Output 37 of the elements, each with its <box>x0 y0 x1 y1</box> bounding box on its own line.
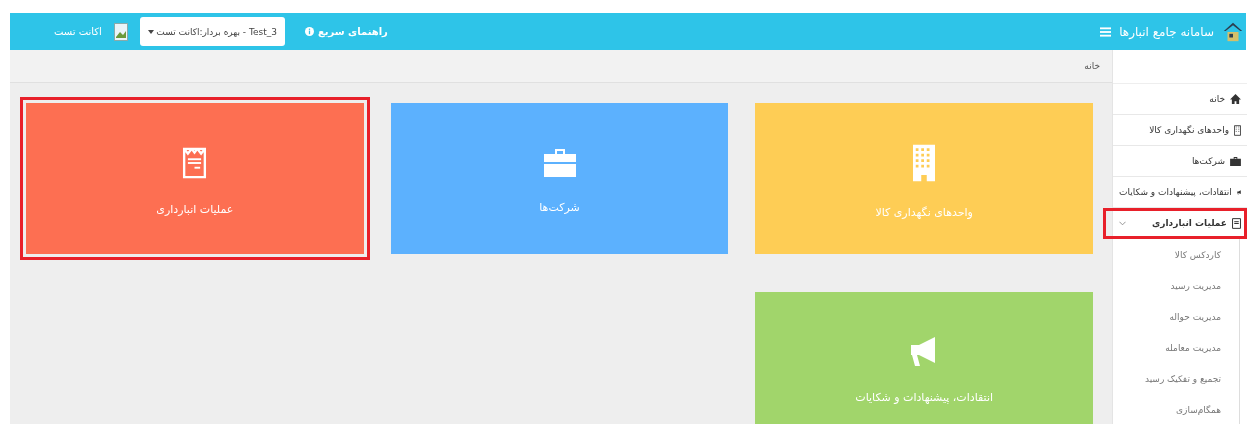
sidebar-label: انتقادات، پیشنهادات و شکایات <box>1119 187 1232 197</box>
menu-icon[interactable] <box>1100 26 1112 37</box>
submenu-item[interactable]: کاردکس کالا <box>1113 239 1239 270</box>
chevron-icon <box>1119 220 1126 226</box>
submenu-item[interactable]: مدیریت معامله <box>1113 332 1239 363</box>
tile-label: شرکت‌ها <box>539 201 580 214</box>
submenu-item[interactable]: مدیریت رسید <box>1113 270 1239 301</box>
warehouse-logo-icon <box>1222 20 1244 43</box>
sidebar-item[interactable]: انتقادات، پیشنهادات و شکایات <box>1113 177 1247 208</box>
app-title: سامانه جامع انبارها <box>1119 24 1214 39</box>
tile-label: انتقادات، پیشنهادات و شکایات <box>855 391 993 404</box>
dropdown-caret-icon <box>147 29 154 34</box>
receipt-icon <box>182 147 208 179</box>
home-icon <box>1230 94 1241 104</box>
sidebar-label: شرکت‌ها <box>1191 156 1225 166</box>
building-icon <box>913 144 936 182</box>
sidebar-item[interactable]: واحدهای نگهداری کالا <box>1113 115 1247 146</box>
tile-label: عملیات انبارداری <box>156 203 234 216</box>
info-icon <box>304 27 314 36</box>
sidebar-item[interactable]: شرکت‌ها <box>1113 146 1247 177</box>
breadcrumb-link[interactable]: خانه <box>1084 61 1100 71</box>
submenu-item[interactable]: همگام‌سازی <box>1113 394 1239 424</box>
building-icon <box>1234 124 1241 136</box>
receipt-icon <box>1232 217 1241 229</box>
briefcase-icon <box>1230 156 1241 166</box>
submenu-item[interactable]: مدیریت حواله <box>1113 301 1239 332</box>
sidebar-label: واحدهای نگهداری کالا <box>1149 125 1229 135</box>
tile-label: واحدهای نگهداری کالا <box>875 206 973 219</box>
briefcase-icon <box>543 149 576 177</box>
account-select[interactable]: Test_3 - بهره بردار:اکانت تست <box>139 17 285 46</box>
sidebar-label: خانه <box>1209 94 1225 104</box>
sidebar-item[interactable]: خانه <box>1113 84 1247 115</box>
sidebar-label: عملیات انبارداری <box>1152 218 1227 228</box>
dashboard-tile[interactable]: عملیات انبارداری <box>26 103 364 254</box>
broken-image-icon <box>113 22 128 41</box>
sidebar-item[interactable]: عملیات انبارداری <box>1103 208 1247 239</box>
submenu-item[interactable]: تجمیع و تفکیک رسید <box>1113 363 1239 394</box>
